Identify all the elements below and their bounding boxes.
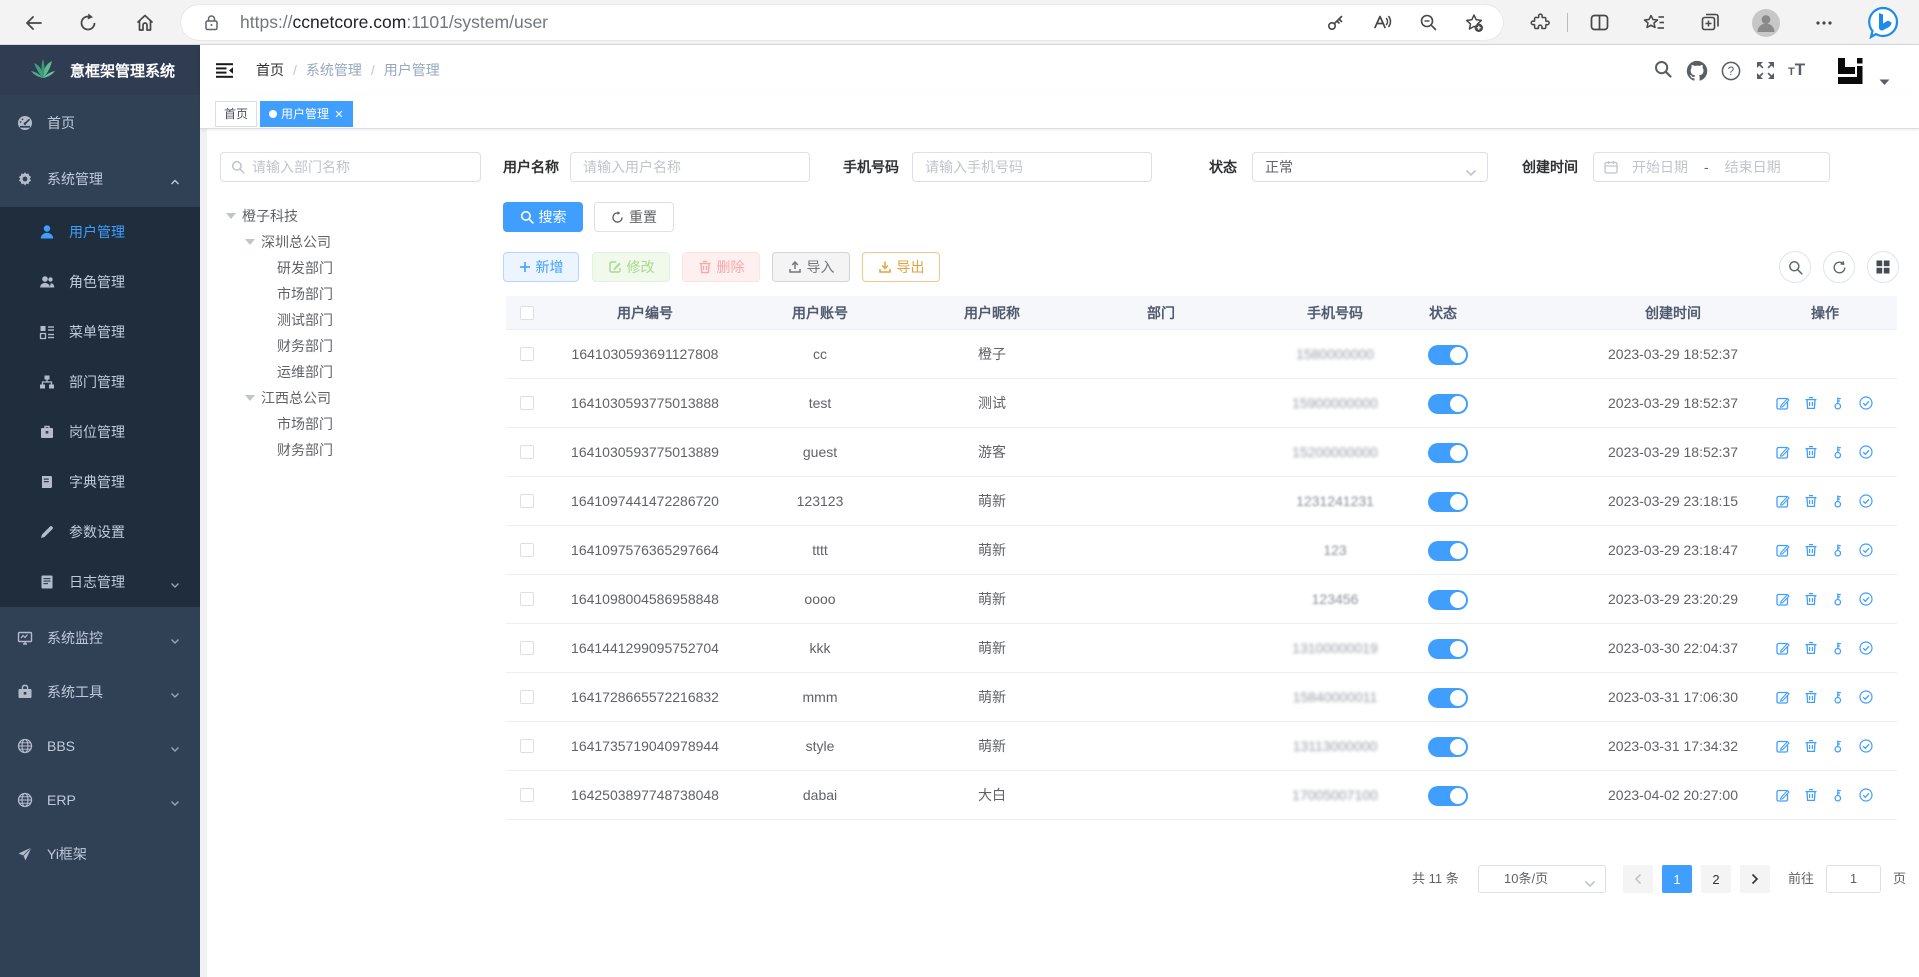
svg-text:?: ? xyxy=(1728,66,1734,78)
